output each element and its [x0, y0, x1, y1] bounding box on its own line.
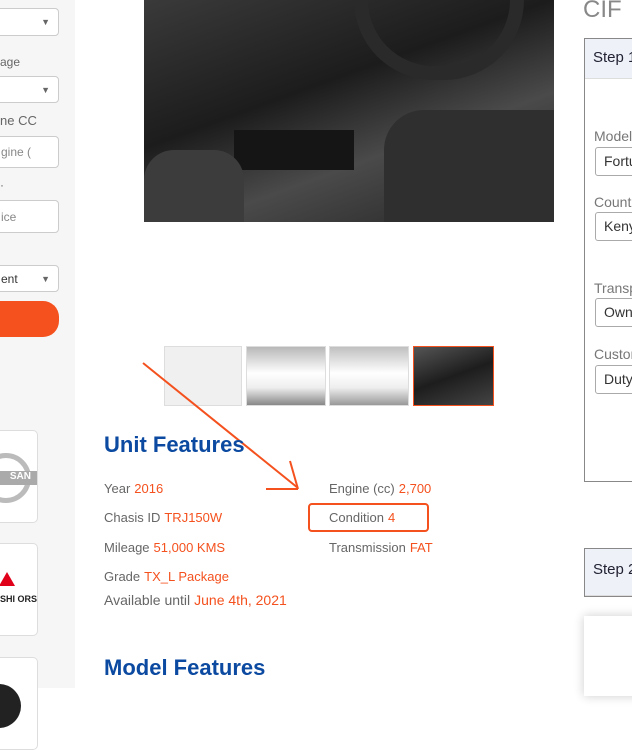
value: 2016	[134, 481, 164, 496]
cif-step1-panel: Step 1	[584, 38, 632, 482]
country-select[interactable]: Kenya	[595, 212, 632, 241]
cif-step2-panel: Step 2	[584, 548, 632, 597]
year-feature: Year 2016	[104, 481, 163, 496]
available-feature: Available until June 4th, 2021	[104, 592, 287, 608]
mileage-feature: Mileage 51,000 KMS	[104, 540, 225, 555]
transport-select[interactable]: Own	[595, 298, 632, 327]
label: Mileage	[104, 540, 150, 555]
model-features-title: Model Features	[104, 655, 266, 680]
transport-label: Transport	[594, 280, 632, 296]
label: Transmission	[329, 540, 406, 555]
label: Condition	[329, 510, 384, 525]
value: 2,700	[398, 481, 432, 496]
step2-header[interactable]: Step 2	[585, 549, 632, 596]
label: Grade	[104, 569, 141, 584]
transmission-feature: Transmission FAT	[329, 540, 433, 555]
value: TX_L Package	[144, 569, 229, 584]
grade-feature: Grade TX_L Package	[104, 569, 229, 584]
value: FAT	[409, 540, 433, 555]
customs-select[interactable]: Duty	[595, 365, 632, 394]
unit-features-title: Unit Features	[104, 432, 245, 457]
value: June 4th, 2021	[194, 592, 287, 608]
arrow-line	[142, 362, 299, 489]
cif-title: CIF	[583, 0, 622, 23]
model-label: Model	[594, 128, 632, 144]
label: Year	[104, 481, 131, 496]
customs-label: Customs	[594, 346, 632, 362]
label: Engine (cc)	[329, 481, 395, 496]
condition-feature: Condition 4	[329, 510, 395, 525]
step1-header[interactable]: Step 1	[585, 39, 632, 79]
value: 4	[387, 510, 396, 525]
cif-result-card	[584, 616, 632, 696]
label: Chasis ID	[104, 510, 161, 525]
engine-feature: Engine (cc) 2,700	[329, 481, 431, 496]
model-select[interactable]: Fortuner	[595, 147, 632, 176]
annotation-arrow	[142, 362, 299, 490]
country-label: Country	[594, 194, 632, 210]
chasis-feature: Chasis ID TRJ150W	[104, 510, 222, 525]
label: Available until	[104, 592, 191, 608]
value: 51,000 KMS	[153, 540, 226, 555]
value: TRJ150W	[164, 510, 223, 525]
